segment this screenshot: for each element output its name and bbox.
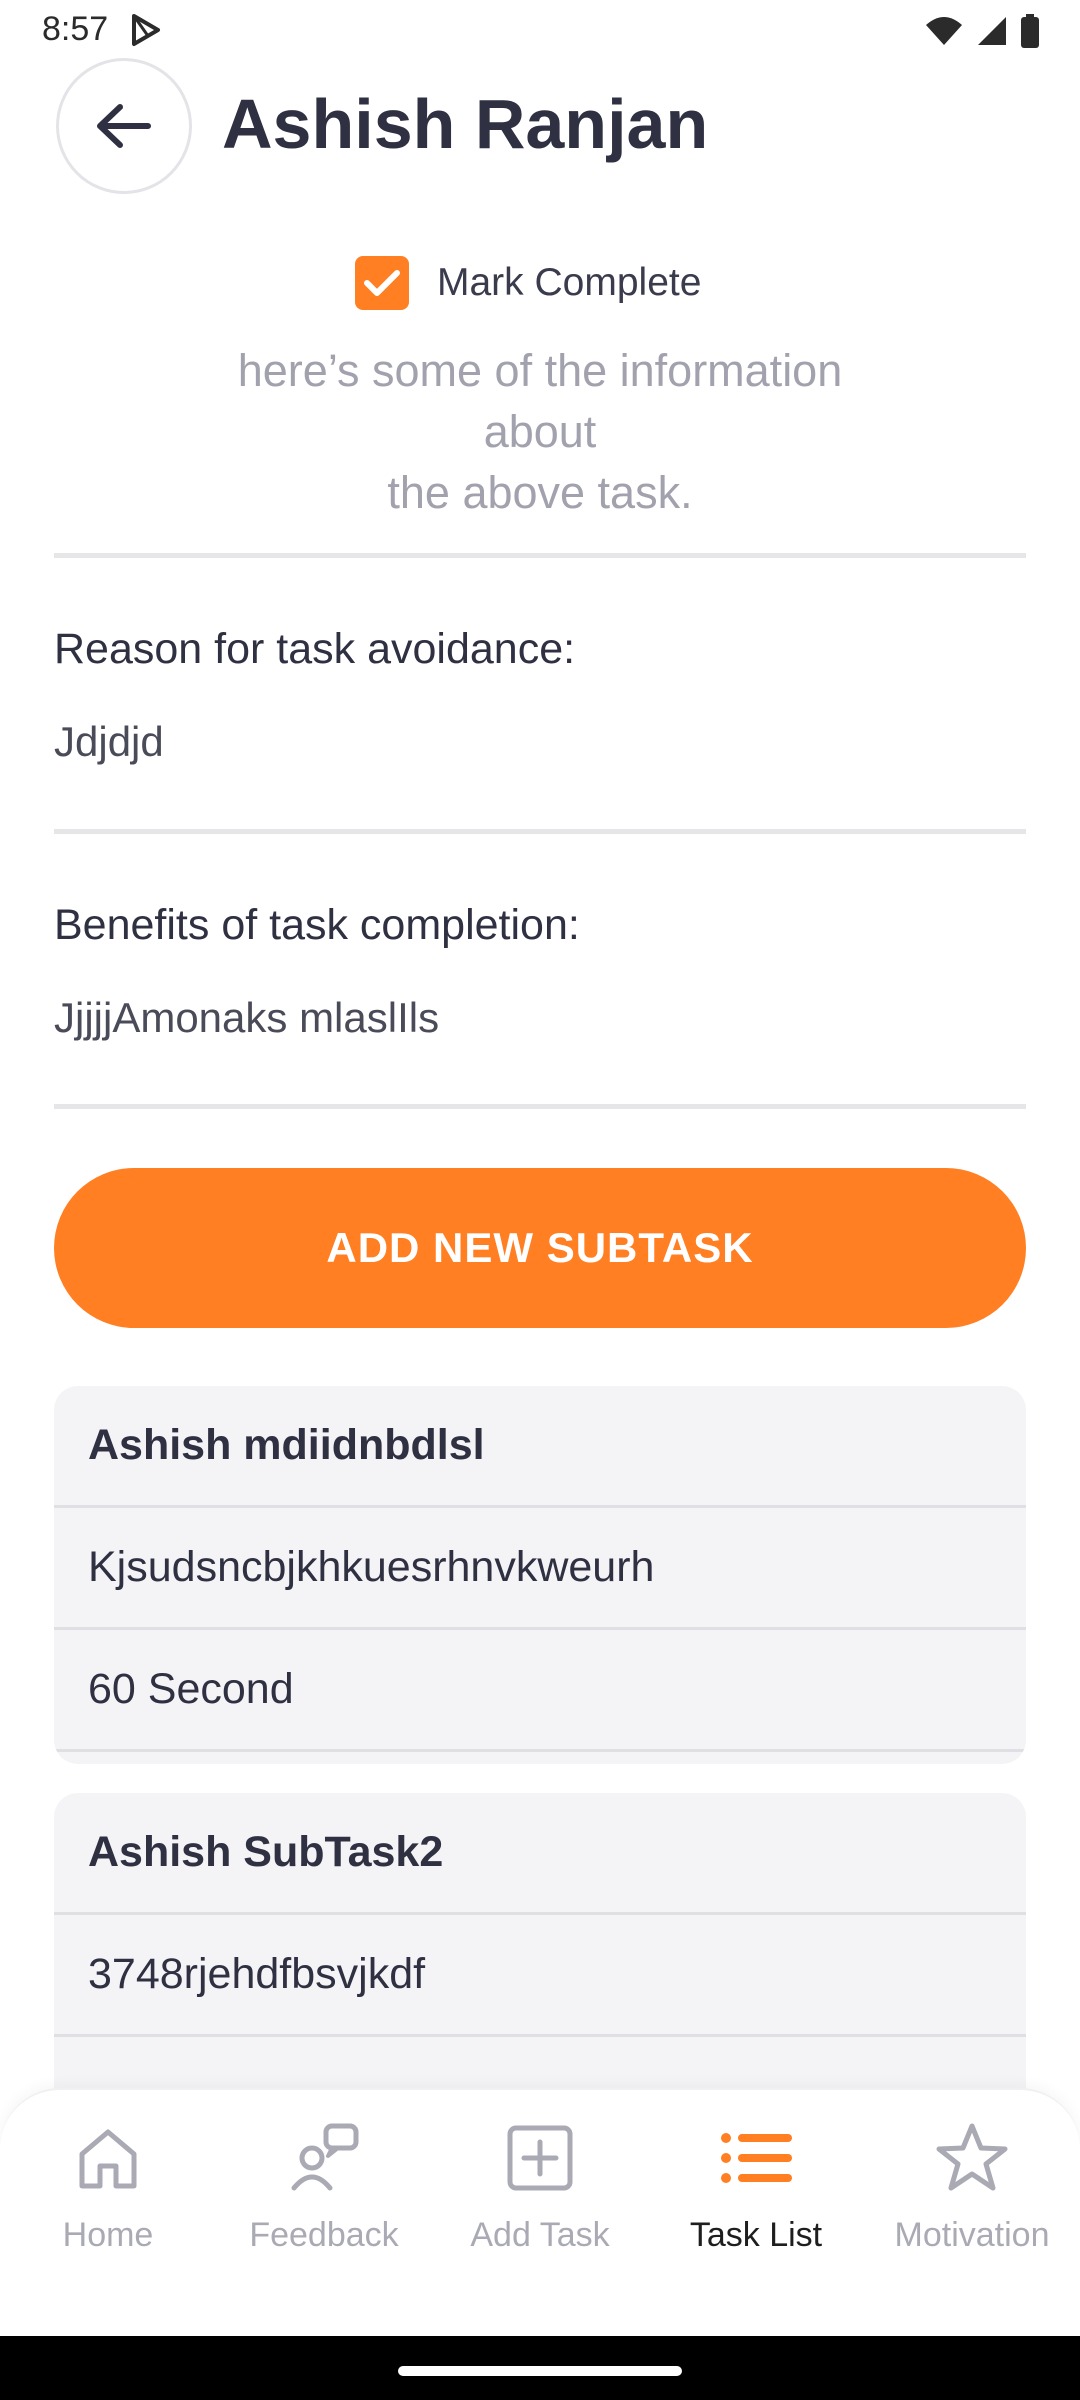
nav-item-task-list[interactable]: Task List: [648, 2120, 864, 2290]
status-time: 8:57: [42, 10, 109, 48]
arrow-left-icon: [97, 104, 151, 148]
divider: [54, 553, 1026, 558]
reason-heading: Reason for task avoidance:: [54, 625, 576, 673]
divider: [54, 1104, 1026, 1109]
bottom-navigation: Home Feedback Add Task Task List Motivat…: [0, 2088, 1080, 2336]
home-icon: [79, 2129, 137, 2189]
subtask-title: Ashish SubTask2: [54, 1793, 1026, 1915]
status-icons: [924, 12, 1040, 50]
nav-label-add-task: Add Task: [470, 2216, 610, 2254]
subtask-card[interactable]: Ashish mdiidnbdlsl Kjsudsncbjkhkuesrhnvk…: [54, 1386, 1026, 1764]
signal-icon: [978, 17, 1006, 45]
nav-label-task-list: Task List: [689, 2216, 823, 2254]
task-list-icon: [721, 2133, 792, 2183]
battery-icon: [1021, 14, 1039, 48]
add-task-icon: [507, 2125, 573, 2191]
home-gesture-handle[interactable]: [398, 2366, 682, 2376]
reason-value: Jdjdjd: [54, 718, 164, 765]
checkmark-icon: [364, 270, 400, 296]
mark-complete-checkbox[interactable]: [355, 256, 409, 310]
mark-complete-label: Mark Complete: [437, 261, 702, 304]
subtask-description: 3748rjehdfbsvjkdf: [54, 1915, 1026, 2037]
subtask-description: Kjsudsncbjkhkuesrhnvkweurh: [54, 1508, 1026, 1630]
mark-complete-toggle[interactable]: Mark Complete: [355, 255, 701, 311]
wifi-icon: [926, 17, 962, 45]
nav-label-motivation: Motivation: [894, 2216, 1050, 2254]
nav-item-motivation[interactable]: Motivation: [864, 2120, 1080, 2290]
info-line-1: here’s some of the information: [237, 345, 843, 396]
feedback-icon: [291, 2123, 359, 2191]
back-button[interactable]: [56, 58, 192, 194]
nav-item-feedback[interactable]: Feedback: [216, 2120, 432, 2290]
nav-item-add-task[interactable]: Add Task: [432, 2120, 648, 2290]
subtask-duration: 60 Second: [54, 1630, 1026, 1752]
task-info-text: here’s some of the information about the…: [140, 340, 940, 523]
info-line-2: about: [483, 406, 597, 457]
page-title: Ashish Ranjan: [222, 85, 709, 163]
nav-label-feedback: Feedback: [249, 2216, 399, 2254]
status-bar: 8:57: [0, 0, 1080, 62]
add-new-subtask-button[interactable]: ADD NEW SUBTASK: [54, 1168, 1026, 1328]
subtask-card[interactable]: Ashish SubTask2 3748rjehdfbsvjkdf: [54, 1793, 1026, 2113]
info-line-3: the above task.: [387, 467, 693, 518]
star-icon: [936, 2123, 1008, 2191]
subtask-title: Ashish mdiidnbdlsl: [54, 1386, 1026, 1508]
benefits-value: JjjjjAmonaks mlaslIls: [54, 994, 440, 1041]
play-store-icon: [132, 14, 160, 46]
benefits-heading: Benefits of task completion:: [54, 901, 580, 949]
nav-label-home: Home: [62, 2216, 154, 2254]
divider: [54, 829, 1026, 834]
nav-item-home[interactable]: Home: [0, 2120, 216, 2290]
screen: 8:57 Ashish Ranjan Mark Complete here’s …: [0, 0, 1080, 2400]
